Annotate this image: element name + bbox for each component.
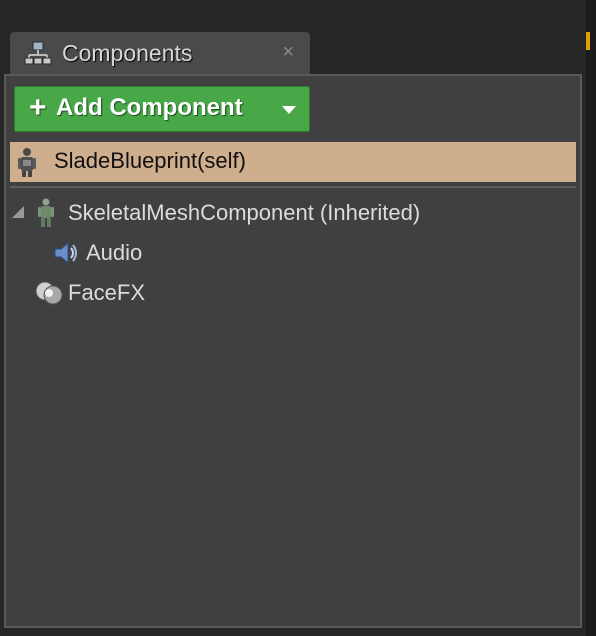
editor-window: Components × + Add Component SladeBluepr… [0, 0, 596, 636]
tab-title: Components [62, 40, 193, 66]
components-icon [24, 41, 52, 65]
audio-label: Audio [86, 240, 143, 265]
add-component-button[interactable]: + Add Component [14, 86, 310, 132]
skeletalmesh-label: SkeletalMeshComponent (Inherited) [68, 200, 421, 225]
plus-icon: + [29, 91, 47, 124]
skeletal-mesh-icon [38, 198, 54, 227]
caret-down-icon [282, 106, 296, 114]
adjacent-panel-edge [586, 0, 596, 636]
tree-row-audio[interactable]: Audio [52, 236, 572, 270]
tree-row-skeletalmesh[interactable]: SkeletalMeshComponent (Inherited) [12, 196, 572, 230]
self-row-label: SladeBlueprint(self) [54, 148, 246, 173]
add-component-label: Add Component [56, 94, 243, 121]
facefx-label: FaceFX [68, 280, 146, 305]
tab-components[interactable]: Components × [10, 32, 310, 75]
adjacent-tab-accent [586, 32, 590, 50]
tree-row-facefx[interactable]: FaceFX [34, 276, 574, 310]
audio-icon [54, 241, 77, 265]
close-icon[interactable]: × [282, 42, 294, 62]
expand-triangle-icon[interactable] [12, 206, 24, 218]
facefx-icon [35, 281, 63, 305]
tree-divider [10, 186, 576, 188]
components-panel: + Add Component SladeBlueprint(self) Ske… [4, 74, 582, 628]
blueprint-actor-icon [18, 148, 36, 177]
tree-row-self[interactable]: SladeBlueprint(self) [10, 142, 576, 182]
